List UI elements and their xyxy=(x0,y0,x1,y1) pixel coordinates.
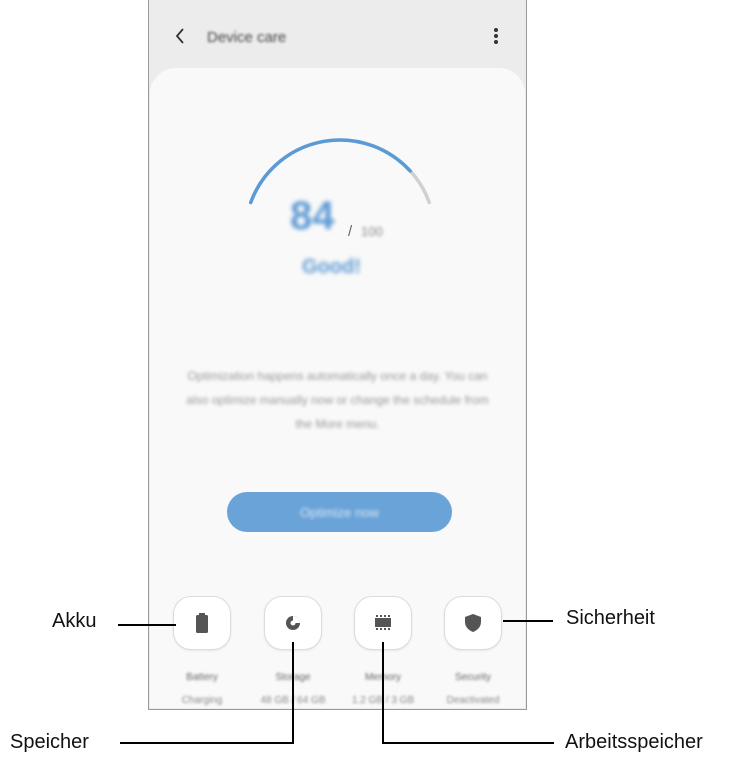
callout-speicher: Speicher xyxy=(10,731,89,753)
chevron-left-icon xyxy=(175,28,184,44)
score-value: 84 xyxy=(290,194,335,238)
phone-screen: Device care 84 / 100 Good! Optimization … xyxy=(148,0,527,710)
battery-icon xyxy=(196,613,208,633)
security-status: Deactivated xyxy=(446,695,500,706)
security-button[interactable] xyxy=(444,596,502,650)
callout-line-sicherheit xyxy=(503,620,553,622)
optimize-now-label: Optimize now xyxy=(300,504,379,520)
device-care-card: 84 / 100 Good! Optimization happens auto… xyxy=(150,68,525,708)
score-slash: / xyxy=(348,223,353,240)
callout-line-speicher-v xyxy=(292,642,294,744)
callout-line-arbeitsspeicher-h xyxy=(382,742,554,744)
score-status: Good! xyxy=(302,256,361,278)
battery-status: Charging xyxy=(181,695,223,706)
optimization-description: Optimization happens automatically once … xyxy=(186,369,489,431)
callout-akku: Akku xyxy=(52,610,97,632)
page-title: Device care xyxy=(207,29,287,46)
gauge-track xyxy=(248,138,432,205)
score-gauge xyxy=(248,138,432,205)
callout-line-arbeitsspeicher-v xyxy=(382,642,384,744)
callout-line-akku xyxy=(118,624,176,626)
score-max: 100 xyxy=(361,224,383,239)
battery-label: Battery xyxy=(186,672,218,683)
battery-button[interactable] xyxy=(173,596,231,650)
security-label: Security xyxy=(454,672,492,683)
callout-arbeitsspeicher: Arbeitsspeicher xyxy=(565,731,703,753)
callout-line-speicher-h xyxy=(120,742,294,744)
optimize-now-button[interactable]: Optimize now xyxy=(227,492,452,532)
more-options-button[interactable] xyxy=(492,24,500,48)
category-battery: Battery Charging xyxy=(155,596,249,706)
category-security: Security Deactivated xyxy=(426,596,520,706)
shield-icon xyxy=(465,614,481,632)
storage-pie-icon xyxy=(286,616,300,630)
callout-sicherheit: Sicherheit xyxy=(566,607,655,629)
app-bar: Device care xyxy=(149,0,526,70)
more-vertical-icon xyxy=(494,28,498,44)
memory-chip-icon xyxy=(375,615,391,630)
back-button[interactable] xyxy=(171,26,191,46)
